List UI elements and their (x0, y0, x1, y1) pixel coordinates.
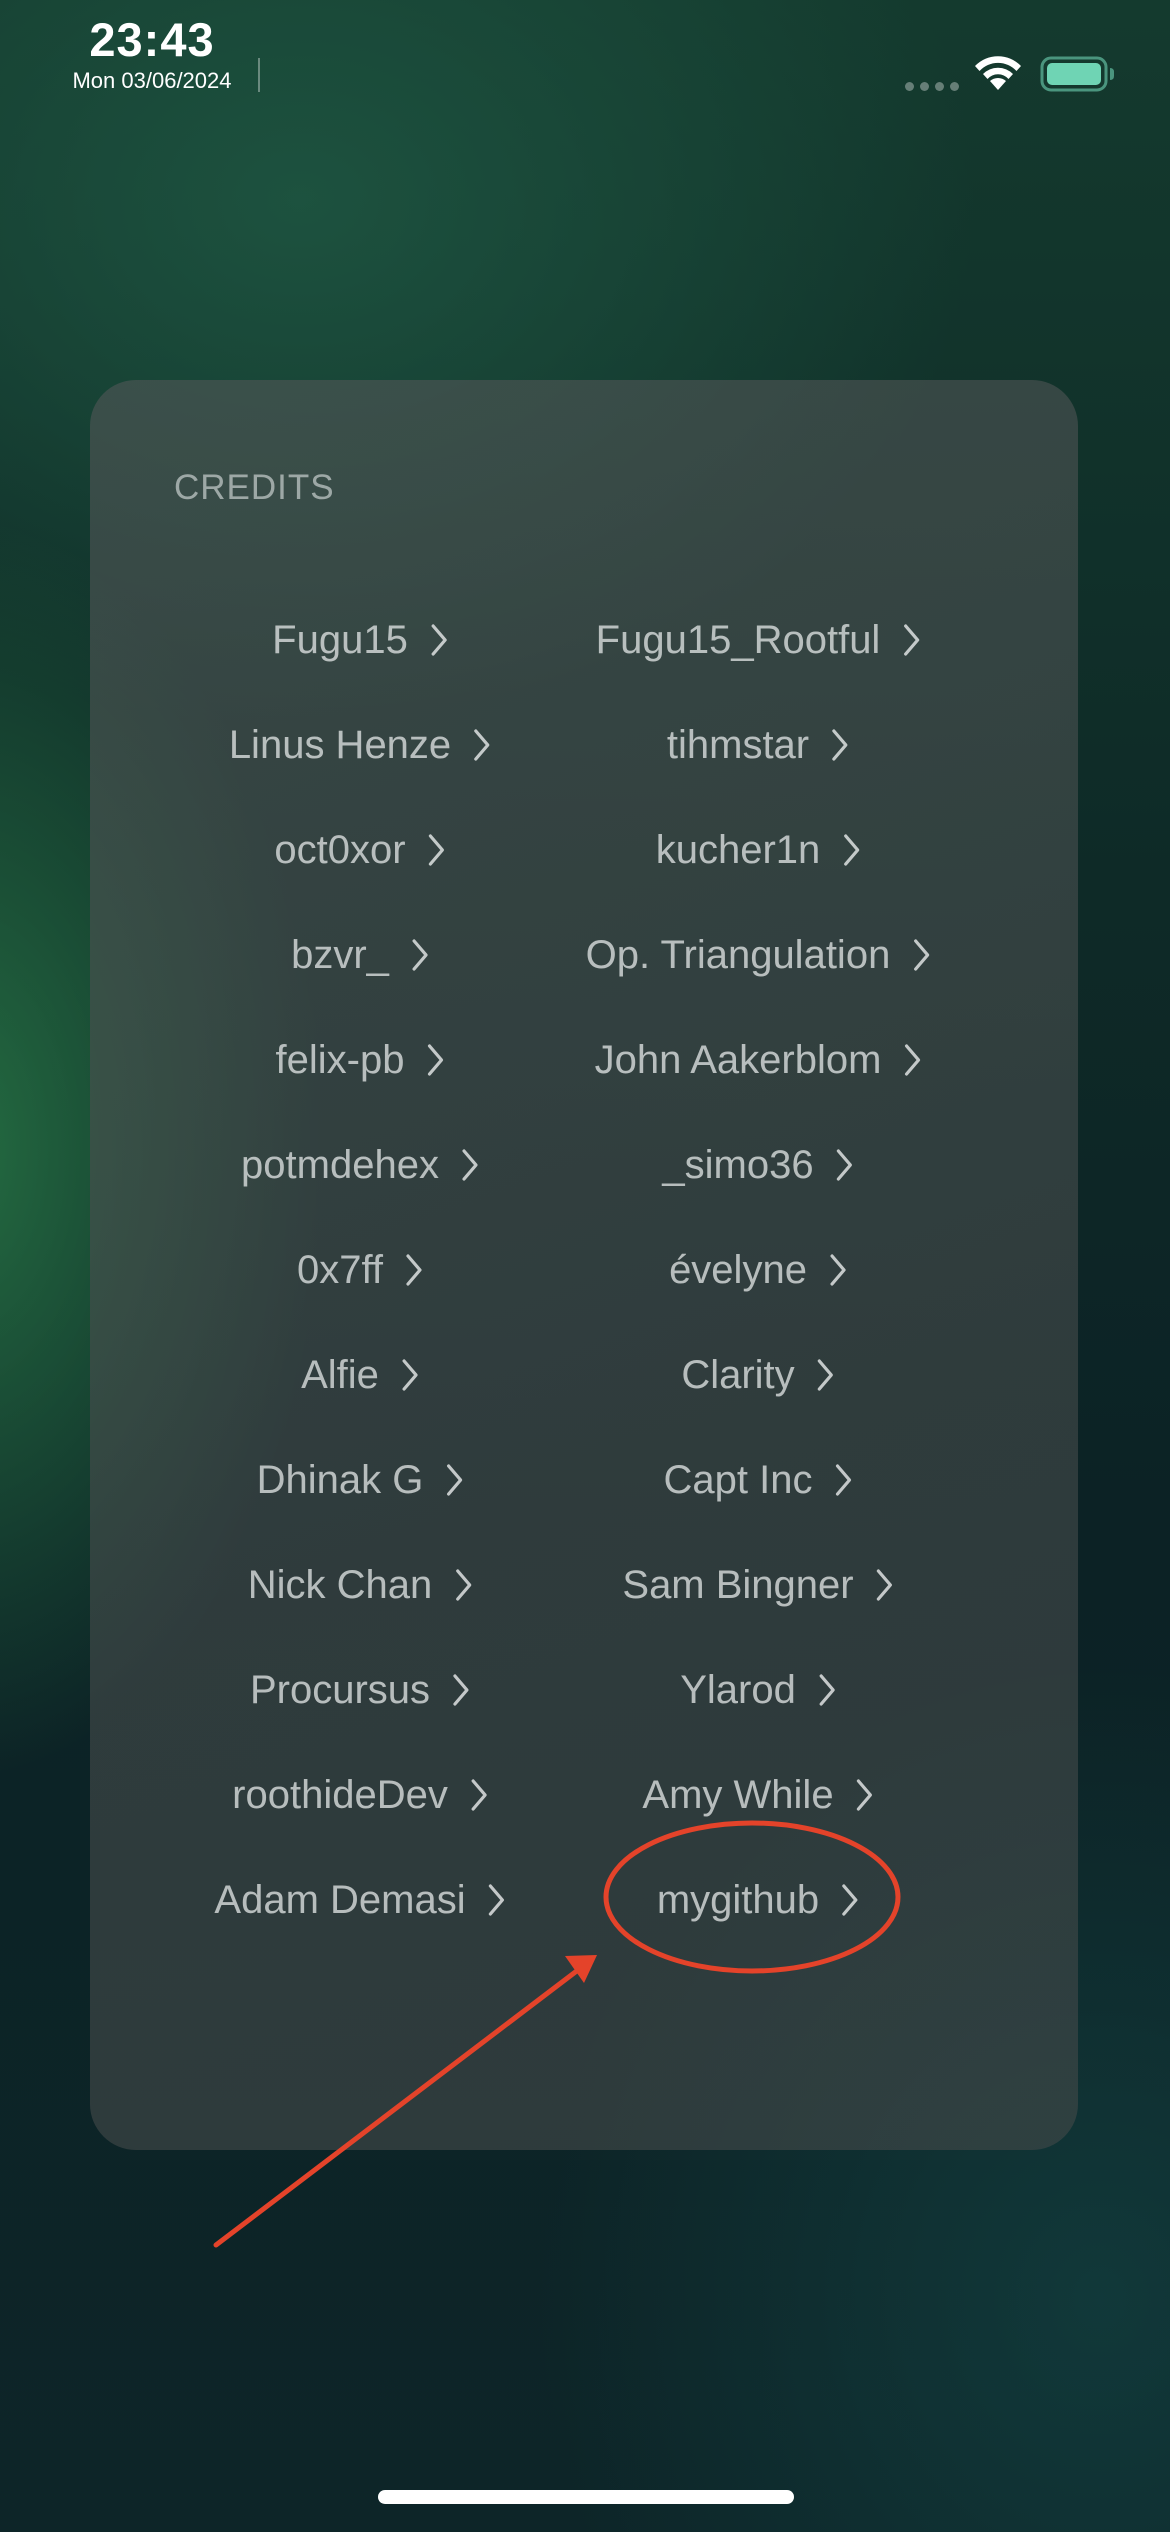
credit-link[interactable]: kucher1n (656, 815, 861, 885)
credit-link[interactable]: mygithub (657, 1865, 859, 1935)
chevron-right-icon (904, 1044, 921, 1076)
credit-link[interactable]: Amy While (642, 1760, 873, 1830)
credit-link-label: Sam Bingner (622, 1562, 854, 1607)
credit-link[interactable]: Ylarod (680, 1655, 836, 1725)
chevron-right-icon (412, 939, 428, 971)
chevron-right-icon (427, 1044, 444, 1076)
credit-link[interactable]: 0x7ff (297, 1235, 423, 1305)
home-indicator[interactable] (378, 2490, 794, 2504)
credits-title: CREDITS (174, 468, 335, 507)
credit-link-label: Clarity (681, 1352, 795, 1397)
credit-link-label: Capt Inc (663, 1457, 813, 1502)
credit-link[interactable]: tihmstar (667, 710, 849, 780)
wifi-icon (975, 56, 1021, 90)
status-bar: 23:43 Mon 03/06/2024 (0, 0, 1170, 110)
credits-card: CREDITS Fugu15 Linus Henze oct0xor bzvr_fel… (90, 380, 1078, 2150)
credit-link-label: Op. Triangulation (585, 932, 891, 977)
credit-link[interactable]: Procursus (250, 1655, 470, 1725)
chevron-right-icon (428, 834, 445, 866)
credit-link-label: Nick Chan (247, 1562, 433, 1607)
credit-link-label: Fugu15 (272, 617, 408, 662)
credit-link-label: John Aakerblom (594, 1037, 882, 1082)
credit-link-label: Procursus (249, 1667, 431, 1712)
chevron-right-icon (856, 1779, 873, 1811)
credit-link-label: bzvr_ (291, 932, 389, 977)
chevron-right-icon (903, 624, 919, 656)
credit-link-label: 0x7ff (297, 1247, 383, 1292)
credit-link[interactable]: évelyne (669, 1235, 847, 1305)
credit-link-label: kucher1n (655, 827, 821, 872)
chevron-right-icon (431, 624, 447, 656)
chevron-right-icon (913, 939, 929, 971)
credit-link[interactable]: Dhinak G (257, 1445, 464, 1515)
credit-link-label: Adam Demasi (214, 1877, 466, 1922)
battery-icon (1040, 56, 1114, 92)
credit-link-label: Ylarod (680, 1667, 796, 1712)
credit-link[interactable]: Alfie (301, 1340, 419, 1410)
credit-link-label: oct0xor (274, 827, 406, 872)
credit-link[interactable]: _simo36 (662, 1130, 853, 1200)
chevron-right-icon (835, 1464, 852, 1496)
credit-link-label: Linus Henze (228, 722, 452, 767)
credit-link-label: Amy While (642, 1772, 834, 1817)
cellular-signal-icon (905, 82, 959, 91)
credit-link-label: mygithub (656, 1877, 820, 1922)
chevron-right-icon (818, 1359, 834, 1391)
chevron-right-icon (842, 1884, 858, 1916)
chevron-right-icon (462, 1149, 478, 1181)
chevron-right-icon (455, 1569, 471, 1601)
credit-link[interactable]: Fugu15_Rootful (596, 605, 921, 675)
credit-link-label: _simo36 (662, 1142, 814, 1187)
chevron-right-icon (446, 1464, 462, 1496)
credit-link[interactable]: Fugu15 (272, 605, 448, 675)
chevron-right-icon (471, 1779, 487, 1811)
credit-link[interactable]: Adam Demasi (214, 1865, 505, 1935)
clock: 23:43 (89, 13, 215, 66)
chevron-right-icon (474, 729, 490, 761)
credit-link-label: tihmstar (666, 722, 810, 767)
credit-link[interactable]: Nick Chan (248, 1550, 473, 1620)
credit-link-label: felix-pb (275, 1037, 405, 1082)
chevron-right-icon (832, 729, 848, 761)
credit-link[interactable]: Sam Bingner (622, 1550, 893, 1620)
credit-link-label: Dhinak G (256, 1457, 424, 1502)
credit-link[interactable]: potmdehex (241, 1130, 479, 1200)
credit-link[interactable]: Clarity (681, 1340, 834, 1410)
chevron-right-icon (837, 1149, 853, 1181)
chevron-right-icon (843, 834, 859, 866)
credit-link[interactable]: Linus Henze (229, 710, 491, 780)
credit-link-label: Alfie (301, 1352, 379, 1397)
chevron-right-icon (489, 1884, 505, 1916)
chevron-right-icon (453, 1674, 469, 1706)
credit-link[interactable]: Op. Triangulation (586, 920, 931, 990)
chevron-right-icon (830, 1254, 846, 1286)
credit-link-label: Fugu15_Rootful (595, 617, 881, 662)
credit-link[interactable]: John Aakerblom (595, 1025, 922, 1095)
credit-link-label: roothideDev (232, 1772, 448, 1817)
credit-link[interactable]: oct0xor (274, 815, 445, 885)
credit-link-label: potmdehex (241, 1142, 439, 1187)
date: Mon 03/06/2024 (72, 68, 232, 93)
chevron-right-icon (877, 1569, 893, 1601)
chevron-right-icon (819, 1674, 835, 1706)
credit-link-label: évelyne (669, 1247, 807, 1292)
credit-link[interactable]: Capt Inc (664, 1445, 853, 1515)
credit-link[interactable]: roothideDev (232, 1760, 488, 1830)
text-caret (258, 58, 260, 92)
credit-link[interactable]: bzvr_ (291, 920, 429, 990)
credit-link[interactable]: felix-pb (276, 1025, 445, 1095)
chevron-right-icon (402, 1359, 418, 1391)
chevron-right-icon (406, 1254, 422, 1286)
